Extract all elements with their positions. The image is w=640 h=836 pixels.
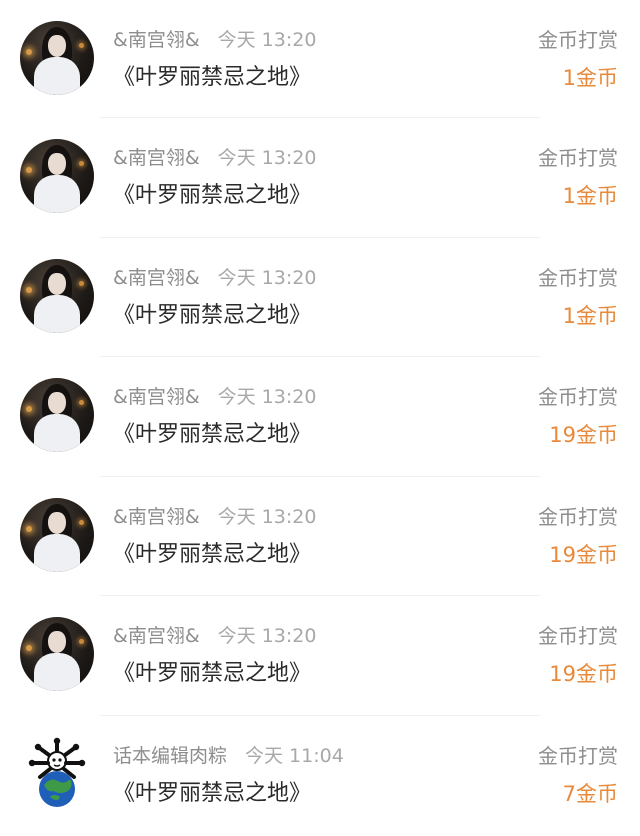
user-name: &南宫翎& 今天 13:20: [113, 505, 317, 528]
avatar[interactable]: [20, 736, 94, 811]
reward-amount: 19金币: [549, 662, 618, 687]
reward-type: 金币打赏: [538, 265, 618, 290]
earth-character-icon: [28, 737, 86, 807]
user-name: &南宫翎& 今天 13:20: [113, 386, 317, 409]
book-title: 《叶罗丽禁忌之地》: [113, 780, 312, 806]
list-item[interactable]: &南宫翎& 今天 13:20 《叶罗丽禁忌之地》 金币打赏 19金币: [0, 357, 640, 477]
timestamp: 今天 13:20: [217, 147, 317, 169]
book-title: 《叶罗丽禁忌之地》: [113, 541, 312, 567]
reward-amount: 1金币: [562, 303, 618, 328]
list-item[interactable]: &南宫翎& 今天 13:20 《叶罗丽禁忌之地》 金币打赏 1金币: [0, 0, 640, 118]
book-title: 《叶罗丽禁忌之地》: [113, 65, 312, 90]
reward-type: 金币打赏: [538, 28, 618, 52]
timestamp: 今天 13:20: [217, 625, 317, 648]
book-title: 《叶罗丽禁忌之地》: [113, 302, 312, 328]
avatar[interactable]: [20, 258, 94, 333]
list-item[interactable]: &南宫翎& 今天 13:20 《叶罗丽禁忌之地》 金币打赏 1金币: [0, 238, 640, 358]
reward-type: 金币打赏: [538, 743, 618, 768]
timestamp: 今天 13:20: [217, 29, 317, 51]
list-item[interactable]: 话本编辑肉粽 今天 11:04 《叶罗丽禁忌之地》 金币打赏 7金币: [0, 716, 640, 836]
user-name: &南宫翎& 今天 13:20: [113, 625, 317, 648]
user-name: 话本编辑肉粽 今天 11:04: [113, 744, 344, 767]
timestamp: 今天 13:20: [217, 386, 317, 409]
reward-type: 金币打赏: [538, 385, 618, 410]
list-item[interactable]: &南宫翎& 今天 13:20 《叶罗丽禁忌之地》 金币打赏 1金币: [0, 118, 640, 238]
avatar[interactable]: [20, 617, 94, 692]
book-title: 《叶罗丽禁忌之地》: [113, 422, 312, 448]
book-title: 《叶罗丽禁忌之地》: [113, 661, 312, 687]
reward-amount: 7金币: [562, 781, 618, 806]
reward-amount: 19金币: [549, 423, 618, 448]
list-item[interactable]: &南宫翎& 今天 13:20 《叶罗丽禁忌之地》 金币打赏 19金币: [0, 596, 640, 716]
user-name: &南宫翎& 今天 13:20: [113, 29, 317, 51]
reward-list: &南宫翎& 今天 13:20 《叶罗丽禁忌之地》 金币打赏 1金币 &南宫翎& 今天…: [0, 0, 640, 817]
timestamp: 今天 13:20: [217, 505, 317, 528]
avatar[interactable]: [20, 139, 94, 213]
reward-type: 金币打赏: [538, 504, 618, 529]
reward-type: 金币打赏: [538, 624, 618, 649]
list-item[interactable]: &南宫翎& 今天 13:20 《叶罗丽禁忌之地》 金币打赏 19金币: [0, 477, 640, 597]
reward-amount: 1金币: [562, 66, 618, 90]
user-name: &南宫翎& 今天 13:20: [113, 147, 317, 169]
reward-amount: 1金币: [562, 184, 618, 208]
timestamp: 今天 13:20: [217, 266, 317, 289]
book-title: 《叶罗丽禁忌之地》: [113, 183, 312, 208]
reward-amount: 19金币: [549, 542, 618, 567]
reward-type: 金币打赏: [538, 146, 618, 170]
user-name: &南宫翎& 今天 13:20: [113, 266, 317, 289]
avatar[interactable]: [20, 21, 94, 95]
avatar[interactable]: [20, 497, 94, 572]
timestamp: 今天 11:04: [245, 744, 344, 767]
avatar[interactable]: [20, 378, 94, 453]
